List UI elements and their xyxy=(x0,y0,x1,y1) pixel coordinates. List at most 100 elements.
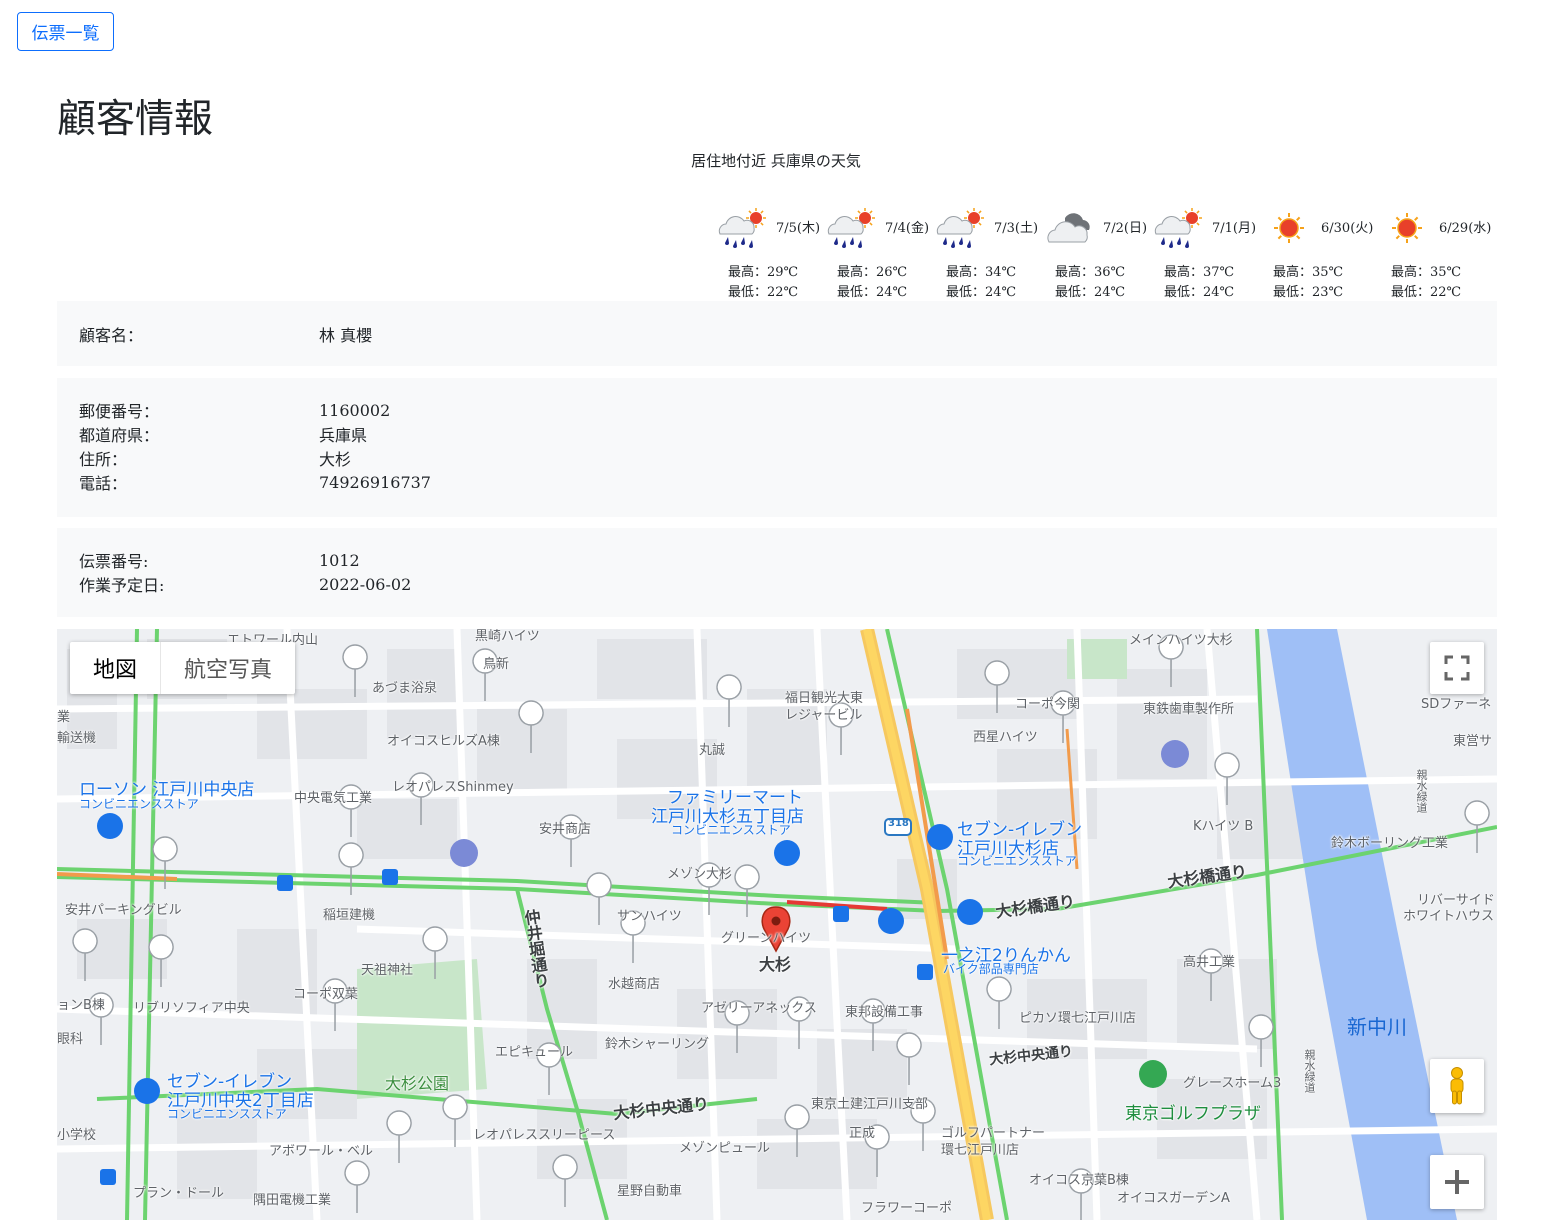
google-map[interactable]: エトワール内山 黒崎ハイツ 鳥新 あづま浴泉 オイコスヒルズA棟 中央電気工業 … xyxy=(57,629,1497,1220)
weather-high: 最高：35℃ xyxy=(1273,265,1344,280)
map-poi-seven-oosugi-sub: コンビニエンスストア xyxy=(957,854,1077,868)
map-river-label: 新中川 xyxy=(1347,1015,1407,1039)
map-poi-label: 黒崎ハイツ xyxy=(475,629,540,644)
postal-label: 郵便番号： xyxy=(79,402,160,421)
cloud-icon xyxy=(1043,204,1099,248)
map-poi-label: コーポ今関 xyxy=(1015,697,1081,712)
weather-date: 6/30(火) xyxy=(1321,221,1374,236)
address-label: 住所： xyxy=(79,450,128,469)
map-poi-label: 小学校 xyxy=(57,1128,97,1143)
weather-day: 7/2(日) 最高：36℃ 最低：24℃ xyxy=(1043,200,1152,300)
weather-day: 6/29(水) 最高：35℃ 最低：22℃ xyxy=(1379,200,1497,300)
map-type-satellite-button[interactable]: 航空写真 xyxy=(160,642,295,694)
weather-low: 最低：23℃ xyxy=(1273,285,1344,300)
weather-low: 最低：24℃ xyxy=(946,285,1017,300)
map-poi-label: 星野自動車 xyxy=(617,1184,683,1199)
map-canvas[interactable] xyxy=(57,629,1497,1220)
map-poi-label: あづま浴泉 xyxy=(372,681,438,696)
customer-name-card: 顧客名： 林 真櫻 xyxy=(57,301,1497,366)
map-route-number: 318 xyxy=(888,818,909,829)
map-poi-label: SDファーネ xyxy=(1421,697,1492,712)
weather-high: 最高：34℃ xyxy=(946,265,1017,280)
slip-number-value: 1012 xyxy=(319,550,360,570)
pegman-icon xyxy=(1450,1067,1464,1105)
map-poi-label: ホワイトハウス xyxy=(1403,909,1495,924)
map-poi-label: ョンB棟 xyxy=(57,998,105,1013)
weather-high: 最高：37℃ xyxy=(1164,265,1235,280)
map-poi-familymart-sub: コンビニエンスストア xyxy=(671,823,791,837)
map-poi-label: 東京土建江戸川支部 xyxy=(811,1097,929,1112)
prefecture-label: 都道府県： xyxy=(79,426,160,445)
weather-date: 7/4(金) xyxy=(885,221,930,236)
weather-low: 最低：24℃ xyxy=(1164,285,1235,300)
fullscreen-button[interactable] xyxy=(1430,642,1484,694)
map-poi-label: 水越商店 xyxy=(608,977,661,992)
weather-forecast: 7/5(木) 最高：29℃ 最低：22℃ 7/4(金) 最高：26℃ 最低：24℃ 7/3(… xyxy=(716,200,1497,300)
sun-rain-icon xyxy=(934,204,990,248)
map-poi-label: Kハイツ B xyxy=(1193,819,1254,834)
weather-day: 6/30(火) 最高：35℃ 最低：23℃ xyxy=(1261,200,1379,300)
map-type-map-button[interactable]: 地図 xyxy=(70,642,160,694)
map-poi-label: 輸送機 xyxy=(57,731,97,746)
map-poi-label: オイコス京葉B棟 xyxy=(1029,1173,1129,1188)
sun-icon xyxy=(1261,204,1317,248)
weather-date: 7/5(木) xyxy=(776,221,821,236)
map-poi-label: 安井商店 xyxy=(539,822,592,837)
work-date-value: 2022-06-02 xyxy=(319,574,412,594)
weather-date: 7/1(月) xyxy=(1212,221,1257,236)
map-poi-label: メインハイツ大杉 xyxy=(1129,633,1233,648)
map-poi-label: サンハイツ xyxy=(617,909,682,924)
phone-value: 74926916737 xyxy=(319,472,431,492)
weather-day: 7/3(土) 最高：34℃ 最低：24℃ xyxy=(934,200,1043,300)
map-poi-label: 環七江戸川店 xyxy=(941,1143,1020,1158)
map-poi-label: 業 xyxy=(57,710,71,725)
weather-date: 7/2(日) xyxy=(1103,221,1148,236)
map-poi-label: メゾン大杉 xyxy=(667,867,733,882)
sun-rain-icon xyxy=(716,204,772,248)
sun-rain-icon xyxy=(825,204,881,248)
map-poi-label: アゼリーアネックス xyxy=(701,1001,817,1016)
map-poi-label: エピキュール xyxy=(495,1045,574,1060)
postal-value: 1160002 xyxy=(319,400,391,420)
map-poi-label: メゾンピュール xyxy=(679,1141,771,1156)
fullscreen-icon xyxy=(1444,655,1470,681)
map-poi-label: 東鉄歯車製作所 xyxy=(1143,702,1235,717)
map-type-control[interactable]: 地図 航空写真 xyxy=(70,642,296,694)
map-poi-label: リブリソフィア中央 xyxy=(133,1001,250,1016)
map-poi-label: 西星ハイツ xyxy=(973,730,1038,745)
map-poi-label: 丸誠 xyxy=(699,743,726,758)
map-poi-label: アボワール・ベル xyxy=(269,1144,374,1159)
map-poi-label: 眼科 xyxy=(57,1032,84,1047)
map-poi-golf[interactable]: 東京ゴルフプラザ xyxy=(1125,1099,1261,1124)
address-value: 大杉 xyxy=(319,450,352,469)
slip-list-button[interactable]: 伝票一覧 xyxy=(17,12,114,51)
plus-icon xyxy=(1445,1170,1469,1194)
weather-day: 7/4(金) 最高：26℃ 最低：24℃ xyxy=(825,200,934,300)
map-poi-label: フラワーコーポ xyxy=(861,1201,953,1216)
map-poi-label: 安井パーキングビル xyxy=(65,903,182,918)
map-marker-label: 大杉 xyxy=(759,955,792,974)
map-poi-label: ピカソ環七江戸川店 xyxy=(1019,1011,1137,1026)
weather-high: 最高：35℃ xyxy=(1391,265,1462,280)
map-poi-label: 親水緑道 xyxy=(1415,769,1428,813)
weather-day: 7/1(月) 最高：37℃ 最低：24℃ xyxy=(1152,200,1261,300)
sun-rain-icon xyxy=(1152,204,1208,248)
zoom-in-button[interactable] xyxy=(1430,1155,1484,1209)
customer-name-value: 林 真櫻 xyxy=(319,326,373,345)
weather-date: 7/3(土) xyxy=(994,221,1039,236)
work-date-label: 作業予定日: xyxy=(79,576,165,595)
customer-address-card: 郵便番号： 1160002 都道府県： 兵庫県 住所： 大杉 電話： 749269167… xyxy=(57,378,1497,517)
map-poi-label: グリーンハイツ xyxy=(721,931,812,946)
prefecture-value: 兵庫県 xyxy=(319,426,368,445)
weather-day: 7/5(木) 最高：29℃ 最低：22℃ xyxy=(716,200,825,300)
map-poi-label: 鈴木シャーリング xyxy=(605,1037,710,1052)
weather-caption: 居住地付近 兵庫県の天気 xyxy=(691,152,861,170)
map-poi-seven-chuo-sub: コンビニエンスストア xyxy=(167,1107,287,1121)
street-view-button[interactable] xyxy=(1430,1059,1484,1113)
map-poi-label: 鳥新 xyxy=(483,657,510,672)
map-poi-label: オイコスガーデンA xyxy=(1117,1191,1230,1206)
map-poi-label: レジャービル xyxy=(785,708,863,723)
map-poi-label: オイコスヒルズA棟 xyxy=(387,734,500,749)
customer-name-label: 顧客名： xyxy=(79,326,144,345)
map-park-label: 大杉公園 xyxy=(385,1074,450,1093)
